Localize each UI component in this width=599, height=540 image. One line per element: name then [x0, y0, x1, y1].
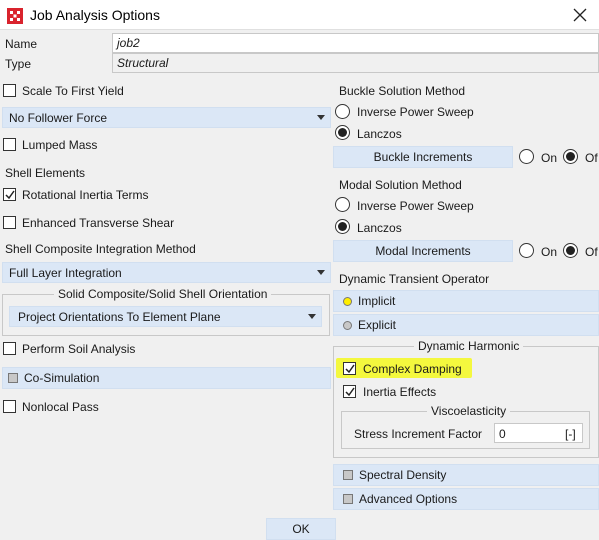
dynamic-transient-heading: Dynamic Transient Operator	[339, 272, 490, 286]
advanced-options-button[interactable]: Advanced Options	[333, 488, 599, 510]
buckle-heading: Buckle Solution Method	[339, 84, 466, 98]
modal-off-label: Of	[585, 245, 598, 259]
modal-off-radio[interactable]	[563, 243, 578, 258]
shell-composite-value: Full Layer Integration	[9, 265, 122, 280]
ok-label: OK	[292, 522, 310, 536]
soil-analysis-checkbox[interactable]	[3, 342, 16, 355]
stress-increment-input[interactable]: 0 [-]	[494, 423, 583, 443]
follower-force-value: No Follower Force	[9, 110, 108, 125]
solid-composite-value: Project Orientations To Element Plane	[18, 309, 221, 324]
modal-radio-inverse[interactable]	[335, 197, 350, 212]
type-label: Type	[5, 57, 32, 71]
type-field: Structural	[112, 53, 599, 73]
solid-composite-select[interactable]: Project Orientations To Element Plane	[9, 306, 322, 327]
nonlocal-pass-label: Nonlocal Pass	[22, 400, 99, 414]
modal-on-label: On	[541, 245, 558, 259]
checkmark-icon	[344, 364, 355, 373]
stress-increment-label: Stress Increment Factor	[354, 427, 483, 441]
modal-option-lanczos: Lanczos	[357, 221, 402, 235]
co-simulation-label: Co-Simulation	[24, 371, 100, 385]
nonlocal-pass-checkbox[interactable]	[3, 400, 16, 413]
shell-elements-heading: Shell Elements	[5, 166, 86, 180]
rotational-inertia-checkbox[interactable]	[3, 188, 16, 201]
scale-first-yield-label: Scale To First Yield	[22, 84, 124, 98]
co-simulation-button[interactable]: Co-Simulation	[2, 367, 331, 389]
soil-analysis-label: Perform Soil Analysis	[22, 342, 136, 356]
modal-on-radio[interactable]	[519, 243, 534, 258]
lumped-mass-checkbox[interactable]	[3, 138, 16, 151]
buckle-on-radio[interactable]	[519, 149, 534, 164]
close-button[interactable]	[566, 4, 594, 26]
chevron-down-icon	[305, 310, 319, 324]
complex-damping-label: Complex Damping	[363, 362, 462, 376]
app-icon	[7, 8, 23, 24]
buckle-off-label: Of	[585, 151, 598, 165]
checkmark-icon	[4, 190, 15, 199]
inertia-effects-label: Inertia Effects	[363, 385, 437, 399]
collapse-square-icon	[8, 373, 18, 383]
stress-increment-value: 0	[499, 427, 506, 441]
name-field[interactable]: job2	[112, 33, 599, 53]
implicit-button[interactable]: Implicit	[333, 290, 599, 312]
buckle-option-lanczos: Lanczos	[357, 127, 402, 141]
buckle-increments-button[interactable]: Buckle Increments	[333, 146, 513, 168]
modal-heading: Modal Solution Method	[339, 178, 462, 192]
close-icon	[573, 8, 587, 22]
explicit-dot-icon	[343, 320, 352, 330]
rotational-inertia-label: Rotational Inertia Terms	[22, 188, 149, 202]
buckle-radio-inverse[interactable]	[335, 104, 350, 119]
chevron-down-icon	[314, 266, 328, 280]
advanced-options-label: Advanced Options	[359, 492, 458, 506]
enhanced-shear-label: Enhanced Transverse Shear	[22, 216, 175, 230]
modal-option-inverse: Inverse Power Sweep	[357, 199, 474, 213]
buckle-radio-lanczos[interactable]	[335, 125, 350, 140]
stress-increment-unit: [-]	[565, 427, 576, 441]
solid-composite-group-title: Solid Composite/Solid Shell Orientation	[54, 287, 272, 301]
window-title: Job Analysis Options	[30, 7, 160, 23]
enhanced-shear-checkbox[interactable]	[3, 216, 16, 229]
follower-force-select[interactable]: No Follower Force	[2, 107, 331, 128]
buckle-option-inverse: Inverse Power Sweep	[357, 105, 474, 119]
dynamic-harmonic-title: Dynamic Harmonic	[414, 339, 524, 353]
inertia-effects-checkbox[interactable]	[343, 385, 356, 398]
buckle-on-label: On	[541, 151, 558, 165]
scale-first-yield-checkbox[interactable]	[3, 84, 16, 97]
ok-button[interactable]: OK	[266, 518, 336, 540]
modal-increments-button[interactable]: Modal Increments	[333, 240, 513, 262]
explicit-button[interactable]: Explicit	[333, 314, 599, 336]
explicit-label: Explicit	[358, 318, 397, 332]
buckle-off-radio[interactable]	[563, 149, 578, 164]
shell-composite-select[interactable]: Full Layer Integration	[2, 262, 331, 283]
spectral-density-label: Spectral Density	[359, 468, 447, 482]
collapse-square-icon	[343, 470, 353, 480]
modal-radio-lanczos[interactable]	[335, 219, 350, 234]
viscoelasticity-title: Viscoelasticity	[427, 404, 511, 418]
complex-damping-checkbox[interactable]	[343, 362, 356, 375]
implicit-dot-icon	[343, 296, 352, 306]
modal-increments-label: Modal Increments	[375, 244, 471, 258]
lumped-mass-label: Lumped Mass	[22, 138, 98, 152]
spectral-density-button[interactable]: Spectral Density	[333, 464, 599, 486]
buckle-increments-label: Buckle Increments	[373, 150, 473, 164]
chevron-down-icon	[314, 111, 328, 125]
shell-composite-heading: Shell Composite Integration Method	[5, 242, 196, 256]
implicit-label: Implicit	[358, 294, 396, 308]
collapse-square-icon	[343, 494, 353, 504]
checkmark-icon	[344, 387, 355, 396]
name-label: Name	[5, 37, 38, 51]
